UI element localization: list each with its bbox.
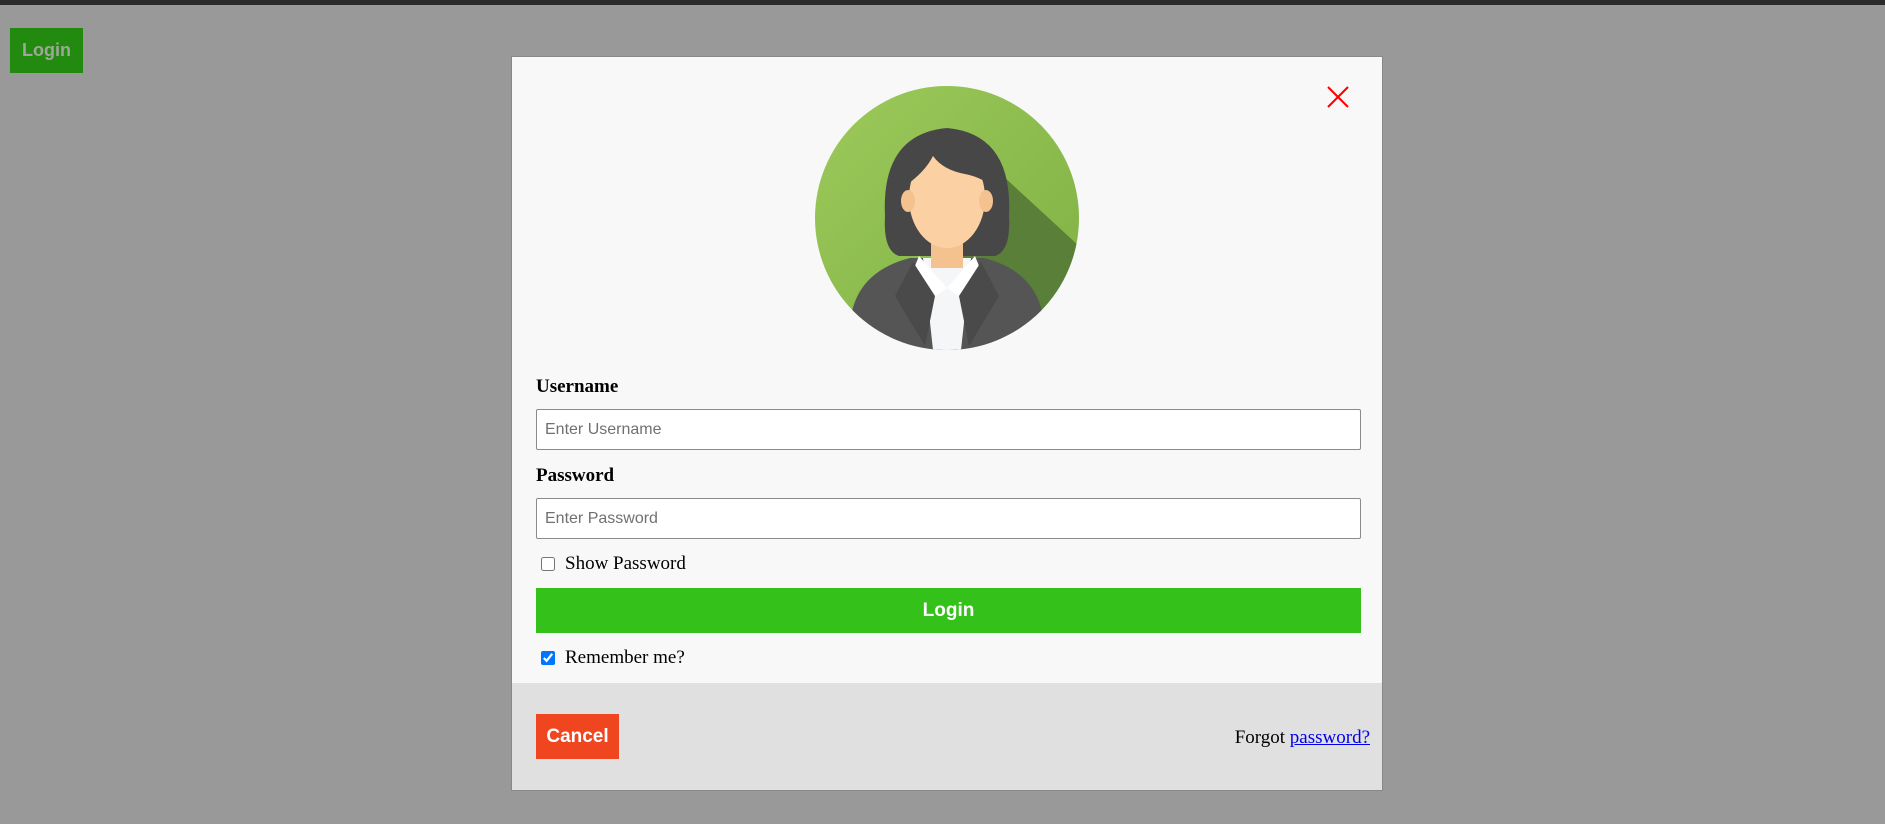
top-border [0,0,1885,5]
forgot-password-link[interactable]: password? [1290,727,1370,748]
cancel-button[interactable]: Cancel [536,714,619,759]
login-form: Username Password Show Password Login Re… [536,375,1361,670]
login-modal: Username Password Show Password Login Re… [511,56,1383,791]
show-password-label: Show Password [565,553,686,574]
login-submit-button[interactable]: Login [536,588,1361,633]
password-input[interactable] [536,498,1361,539]
show-password-row: Show Password [536,552,1361,576]
show-password-checkbox[interactable] [541,557,555,571]
remember-me-checkbox[interactable] [541,651,555,665]
remember-me-label: Remember me? [565,647,685,668]
username-input[interactable] [536,409,1361,450]
forgot-prefix: Forgot [1234,727,1286,748]
username-label: Username [536,376,619,397]
close-icon[interactable] [1324,83,1352,111]
open-login-button[interactable]: Login [10,28,83,73]
female-user-avatar-icon [815,86,1079,350]
modal-footer: Cancel Forgot password? [512,683,1382,790]
password-label: Password [536,465,615,486]
remember-me-row: Remember me? [536,646,1361,670]
forgot-password-text: Forgot password? [1235,727,1370,749]
